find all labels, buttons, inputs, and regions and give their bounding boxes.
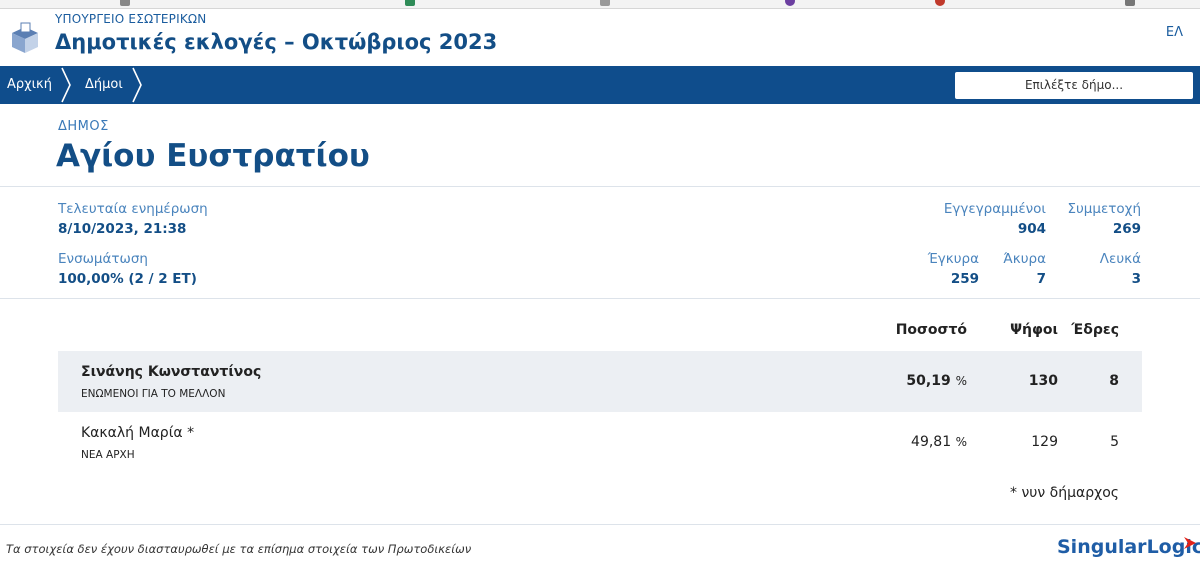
- valid-value: 259: [950, 271, 979, 287]
- divider: [0, 298, 1200, 299]
- valid-label: Έγκυρα: [927, 251, 979, 267]
- invalid-label: Άκυρα: [1003, 251, 1046, 267]
- ministry-name: ΥΠΟΥΡΓΕΙΟ ΕΣΩΤΕΡΙΚΩΝ: [55, 12, 207, 26]
- breadcrumb-municipalities[interactable]: Δήμοι: [85, 66, 123, 104]
- candidate-votes: 130: [1028, 373, 1058, 389]
- registered-value: 904: [1017, 221, 1046, 237]
- candidate-party: ΝΕΑ ΑΡΧΗ: [81, 449, 135, 461]
- column-header-seats: Έδρες: [1071, 322, 1119, 338]
- column-header-votes: Ψήφοι: [1010, 322, 1058, 338]
- candidate-party: ΕΝΩΜΕΝΟΙ ΓΙΑ ΤΟ ΜΕΛΛΟΝ: [81, 388, 226, 400]
- divider: [0, 524, 1200, 525]
- candidate-votes: 129: [1031, 434, 1058, 450]
- breadcrumb-home[interactable]: Αρχική: [7, 66, 52, 104]
- bookmark-icon[interactable]: [935, 0, 945, 6]
- bookmark-icon[interactable]: [405, 0, 415, 6]
- browser-toolbar-strip: [0, 0, 1200, 9]
- candidate-seats: 5: [1110, 434, 1119, 450]
- chevron-right-icon: [132, 67, 142, 103]
- invalid-value: 7: [1036, 271, 1046, 287]
- divider: [0, 186, 1200, 187]
- disclaimer-text: Τα στοιχεία δεν έχουν διασταυρωθεί με τα…: [6, 542, 472, 556]
- candidate-percent: 50,19 %: [906, 373, 967, 389]
- incumbent-note: * νυν δήμαρχος: [1010, 485, 1119, 501]
- ballot-box-icon: [12, 22, 38, 53]
- registered-label: Εγγεγραμμένοι: [943, 201, 1046, 217]
- logo-mark-icon: [1184, 537, 1196, 549]
- municipality-name: Αγίου Ευστρατίου: [56, 138, 370, 174]
- candidate-name: Σινάνης Κωνσταντίνος: [81, 364, 262, 380]
- bookmark-icon[interactable]: [600, 0, 610, 6]
- integration-value: 100,00% (2 / 2 ΕΤ): [58, 271, 197, 287]
- table-row[interactable]: Σινάνης Κωνσταντίνος ΕΝΩΜΕΝΟΙ ΓΙΑ ΤΟ ΜΕΛ…: [58, 351, 1142, 412]
- chevron-right-icon: [61, 67, 71, 103]
- bookmark-icon[interactable]: [785, 0, 795, 6]
- page-title[interactable]: Δημοτικές εκλογές – Οκτώβριος 2023: [55, 30, 497, 54]
- candidate-name: Κακαλή Μαρία *: [81, 425, 195, 441]
- municipality-label: ΔΗΜΟΣ: [58, 119, 109, 134]
- turnout-value: 269: [1112, 221, 1141, 237]
- singularlogic-logo[interactable]: SingularLogic: [1057, 536, 1200, 558]
- bookmark-icon[interactable]: [120, 0, 130, 6]
- bookmark-icon[interactable]: [1125, 0, 1135, 6]
- last-update-value: 8/10/2023, 21:38: [58, 221, 187, 237]
- last-update-label: Τελευταία ενημέρωση: [58, 201, 208, 217]
- column-header-percent: Ποσοστό: [895, 322, 967, 338]
- candidate-percent: 49,81 %: [911, 434, 967, 450]
- language-switch[interactable]: ΕΛ: [1166, 25, 1183, 40]
- turnout-label: Συμμετοχή: [1067, 201, 1141, 217]
- municipality-select[interactable]: Επιλέξτε δήμο...: [955, 72, 1193, 99]
- candidate-seats: 8: [1109, 373, 1119, 389]
- blank-value: 3: [1131, 271, 1141, 287]
- table-row[interactable]: Κακαλή Μαρία * ΝΕΑ ΑΡΧΗ 49,81 % 129 5: [58, 412, 1142, 473]
- breadcrumb: Αρχική Δήμοι Επιλέξτε δήμο...: [0, 66, 1200, 104]
- site-header: ΥΠΟΥΡΓΕΙΟ ΕΣΩΤΕΡΙΚΩΝ Δημοτικές εκλογές –…: [0, 9, 1200, 66]
- blank-label: Λευκά: [1099, 251, 1141, 267]
- integration-label: Ενσωμάτωση: [58, 251, 148, 267]
